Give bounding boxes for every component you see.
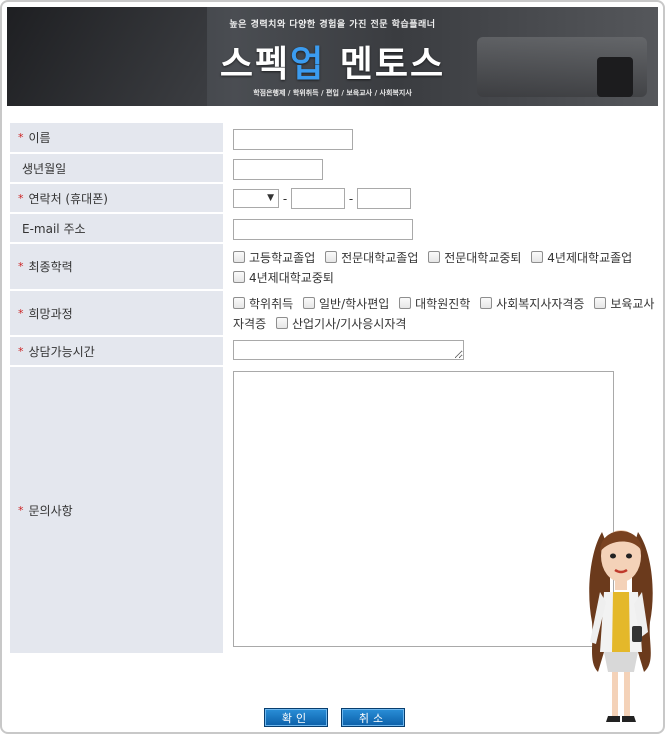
dash: - — [348, 191, 354, 206]
option-education-2[interactable]: 전문대학교중퇴 — [428, 251, 521, 265]
title-accent: 업 — [290, 44, 326, 85]
checkbox[interactable] — [233, 297, 245, 309]
email-input[interactable] — [233, 218, 413, 240]
dash: - — [282, 191, 288, 206]
label-text: 상담가능시간 — [28, 344, 95, 359]
label-text: E-mail 주소 — [22, 221, 86, 236]
time-textarea[interactable] — [233, 340, 464, 360]
required-mark: * — [18, 260, 24, 273]
checkbox[interactable] — [480, 297, 493, 309]
button-bar: 확인 취소 — [2, 707, 663, 727]
checkbox[interactable] — [428, 251, 441, 263]
banner-title: 스펙업 멘토스 — [7, 35, 658, 87]
mascot-girl-illustration — [589, 530, 653, 722]
checkbox[interactable] — [233, 251, 245, 263]
banner-tags: 학점은행제 / 학위취득 / 편입 / 보육교사 / 사회복지사 — [253, 89, 412, 97]
label-text: 희망과정 — [28, 306, 73, 321]
required-mark: * — [18, 131, 24, 144]
label-inquiry: * 문의사항 — [10, 367, 223, 653]
row-course: * 희망과정 학위취득 일반/학사편입 대학원진학 사회복지사자격증 보육교사자격… — [10, 291, 660, 335]
checkbox[interactable] — [303, 297, 315, 309]
required-mark: * — [18, 306, 24, 320]
row-time: * 상담가능시간 — [10, 337, 660, 365]
inquiry-textarea[interactable] — [233, 371, 614, 647]
option-course-5[interactable]: 산업기사/기사응시자격 — [270, 317, 406, 331]
phone-mid-input[interactable] — [291, 188, 345, 209]
option-label: 4년제대학교중퇴 — [249, 271, 334, 285]
label-name: * 이름 — [10, 123, 223, 152]
row-inquiry: * 문의사항 — [10, 367, 660, 653]
label-text: 최종학력 — [28, 260, 73, 274]
name-input[interactable] — [233, 128, 353, 150]
birth-input[interactable] — [233, 158, 323, 180]
option-label: 대학원진학 — [415, 297, 471, 311]
checkbox[interactable] — [275, 317, 288, 329]
header-banner: 높은 경력치와 다양한 경험을 가진 전문 학습플래너 스펙업 멘토스 학점은행… — [7, 7, 658, 106]
checkbox[interactable] — [531, 251, 544, 263]
checkbox[interactable] — [399, 297, 412, 309]
checkbox[interactable] — [325, 251, 338, 263]
row-birth: 생년월일 — [10, 154, 660, 182]
phone-prefix-select[interactable]: ▼ — [233, 189, 279, 208]
chevron-down-icon: ▼ — [267, 193, 274, 203]
option-education-0[interactable]: 고등학교졸업 — [233, 251, 315, 265]
label-text: 생년월일 — [22, 161, 67, 176]
option-education-4[interactable]: 4년제대학교중퇴 — [233, 271, 334, 285]
required-mark: * — [18, 503, 24, 517]
phone-last-input[interactable] — [357, 188, 411, 209]
title-part-1: 스펙 — [219, 44, 291, 85]
option-label: 사회복지사자격증 — [496, 297, 585, 311]
confirm-button[interactable]: 확인 — [263, 708, 328, 727]
option-label: 전문대학교중퇴 — [444, 251, 522, 265]
option-label: 4년제대학교졸업 — [547, 251, 633, 265]
option-label: 일반/학사편입 — [319, 297, 390, 311]
row-name: * 이름 — [10, 123, 660, 152]
option-label: 고등학교졸업 — [249, 251, 316, 265]
option-label: 학위취득 — [249, 297, 294, 311]
label-text: 이름 — [28, 131, 51, 145]
option-label: 전문대학교졸업 — [341, 251, 419, 265]
row-education: * 최종학력 고등학교졸업 전문대학교졸업 전문대학교중퇴 4년제대학교졸업 4년… — [10, 244, 660, 289]
label-text: 문의사항 — [28, 503, 73, 518]
label-email: E-mail 주소 — [10, 214, 223, 242]
required-mark: * — [18, 191, 24, 205]
cancel-button[interactable]: 취소 — [341, 708, 406, 727]
label-education: * 최종학력 — [10, 244, 223, 289]
label-birth: 생년월일 — [10, 154, 223, 182]
label-text: 연락처 (휴대폰) — [28, 191, 108, 206]
checkbox[interactable] — [233, 271, 245, 283]
option-education-3[interactable]: 4년제대학교졸업 — [531, 251, 632, 265]
banner-subtitle: 높은 경력치와 다양한 경험을 가진 전문 학습플래너 — [229, 20, 436, 30]
label-phone: * 연락처 (휴대폰) — [10, 184, 223, 212]
option-course-3[interactable]: 사회복지사자격증 — [480, 297, 584, 311]
label-course: * 희망과정 — [10, 291, 223, 335]
label-time: * 상담가능시간 — [10, 337, 223, 365]
option-label: 산업기사/기사응시자격 — [291, 317, 407, 331]
form-window: 높은 경력치와 다양한 경험을 가진 전문 학습플래너 스펙업 멘토스 학점은행… — [0, 0, 665, 734]
option-course-1[interactable]: 일반/학사편입 — [303, 297, 389, 311]
required-mark: * — [18, 344, 24, 358]
row-email: E-mail 주소 — [10, 214, 660, 242]
option-course-0[interactable]: 학위취득 — [233, 297, 293, 311]
checkbox[interactable] — [594, 297, 607, 309]
row-phone: * 연락처 (휴대폰) ▼ - - — [10, 184, 660, 212]
option-education-1[interactable]: 전문대학교졸업 — [325, 251, 418, 265]
course-options: 학위취득 일반/학사편입 대학원진학 사회복지사자격증 보육교사자격증 산업기사… — [233, 294, 658, 334]
education-options: 고등학교졸업 전문대학교졸업 전문대학교중퇴 4년제대학교졸업 4년제대학교중퇴 — [233, 248, 658, 288]
option-course-2[interactable]: 대학원진학 — [399, 297, 470, 311]
title-part-2: 멘토스 — [325, 44, 446, 85]
